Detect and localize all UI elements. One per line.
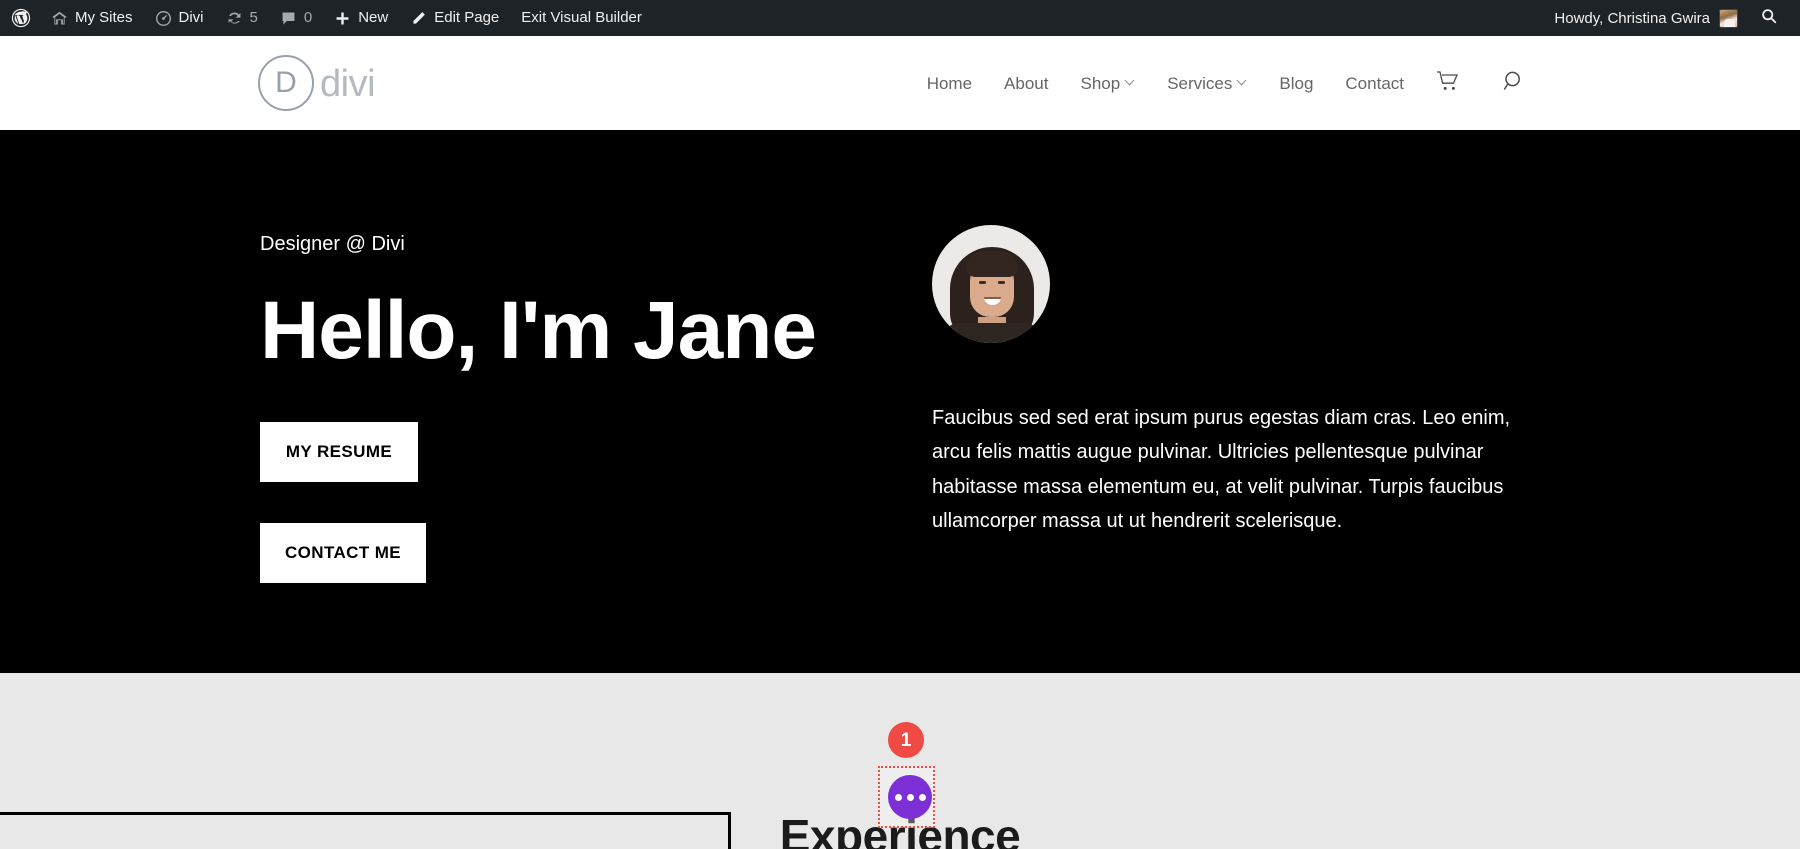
step-badge: 1 <box>888 722 924 758</box>
nav-label: About <box>1004 73 1049 93</box>
nav-item-blog[interactable]: Blog <box>1263 75 1329 92</box>
admin-bar-item-exit-visual-builder[interactable]: Exit Visual Builder <box>510 0 653 36</box>
admin-bar-left-group: My Sites Divi 5 0 New Edit Page Exit Vis… <box>0 0 653 36</box>
hero-right-column: Faucibus sed sed erat ipsum purus egesta… <box>932 225 1532 539</box>
site-logo[interactable]: D divi <box>258 55 376 111</box>
shopping-cart-icon <box>1436 70 1460 97</box>
nav-item-services[interactable]: Services <box>1151 75 1263 92</box>
updates-icon <box>226 10 243 27</box>
admin-bar-item-updates[interactable]: 5 <box>215 0 269 36</box>
wp-admin-bar: My Sites Divi 5 0 New Edit Page Exit Vis… <box>0 0 1800 36</box>
admin-bar-item-new[interactable]: New <box>323 0 399 36</box>
admin-bar-label: My Sites <box>75 9 133 26</box>
chevron-down-icon <box>1238 77 1247 86</box>
admin-bar-label: New <box>358 9 389 26</box>
my-resume-button[interactable]: MY RESUME <box>260 422 418 483</box>
admin-bar-item-edit-page[interactable]: Edit Page <box>399 0 510 36</box>
ellipsis-icon-dot <box>894 793 902 801</box>
header-search-button[interactable] <box>1476 69 1542 98</box>
contact-me-button[interactable]: CONTACT ME <box>260 523 426 584</box>
nav-label: Home <box>926 73 973 93</box>
nav-item-contact[interactable]: Contact <box>1329 75 1420 92</box>
page-title: Hello, I'm Jane <box>260 285 817 376</box>
howdy-label: Howdy, Christina Gwira <box>1554 9 1710 27</box>
hero-inner: Designer @ Divi Hello, I'm Jane MY RESUM… <box>0 130 1800 673</box>
avatar <box>1719 8 1738 28</box>
admin-bar-label: Exit Visual Builder <box>521 9 642 26</box>
hero-paragraph: Faucibus sed sed erat ipsum purus egesta… <box>932 407 1511 533</box>
plus-icon <box>334 10 351 27</box>
hero-eyebrow: Designer @ Divi <box>260 233 405 255</box>
hero-left-column: Designer @ Divi Hello, I'm Jane MY RESUM… <box>260 230 820 584</box>
admin-bar-item-comments[interactable]: 0 <box>269 0 323 36</box>
admin-bar-item-divi[interactable]: Divi <box>144 0 215 36</box>
hero-button-group: MY RESUME CONTACT ME <box>260 422 820 584</box>
admin-bar-item-my-sites[interactable]: My Sites <box>40 0 144 36</box>
pencil-icon <box>410 10 427 27</box>
comments-icon <box>280 10 297 27</box>
hero-section: Designer @ Divi Hello, I'm Jane MY RESUM… <box>0 130 1800 673</box>
admin-bar-search-button[interactable] <box>1748 7 1786 29</box>
main-navigation: Home About Shop Services Blog Contact <box>911 69 1542 98</box>
nav-label: Blog <box>1279 73 1314 93</box>
nav-label: Shop <box>1080 73 1121 93</box>
wordpress-logo-menu[interactable] <box>0 0 40 36</box>
nav-item-about[interactable]: About <box>988 75 1064 92</box>
search-icon <box>1502 69 1526 98</box>
nav-item-shop[interactable]: Shop <box>1064 75 1151 92</box>
ellipsis-icon-dot <box>918 793 926 801</box>
nav-item-home[interactable]: Home <box>911 75 988 92</box>
wordpress-icon <box>10 7 32 29</box>
module-settings-button[interactable] <box>888 775 932 819</box>
site-header: D divi Home About Shop Services Blog Con <box>0 36 1800 130</box>
divi-logo-mark: D <box>258 55 314 111</box>
updates-count: 5 <box>249 9 258 26</box>
ellipsis-icon-dot <box>906 793 914 801</box>
admin-bar-label: Divi <box>178 9 204 26</box>
admin-bar-right-group: Howdy, Christina Gwira <box>1544 0 1800 36</box>
admin-bar-label: Edit Page <box>434 9 500 26</box>
comments-count: 0 <box>303 9 313 26</box>
builder-section-outline <box>0 812 731 849</box>
sites-icon <box>51 10 68 27</box>
divi-dashboard-icon <box>155 10 172 27</box>
chevron-down-icon <box>1126 77 1135 86</box>
account-menu[interactable]: Howdy, Christina Gwira <box>1544 8 1748 28</box>
divi-logo-text: divi <box>320 63 376 105</box>
cart-button[interactable] <box>1420 70 1476 97</box>
profile-photo <box>932 225 1050 343</box>
search-icon <box>1760 7 1778 29</box>
page-root: My Sites Divi 5 0 New Edit Page Exit Vis… <box>0 0 1800 849</box>
nav-label: Contact <box>1345 73 1404 93</box>
nav-label: Services <box>1167 73 1233 93</box>
